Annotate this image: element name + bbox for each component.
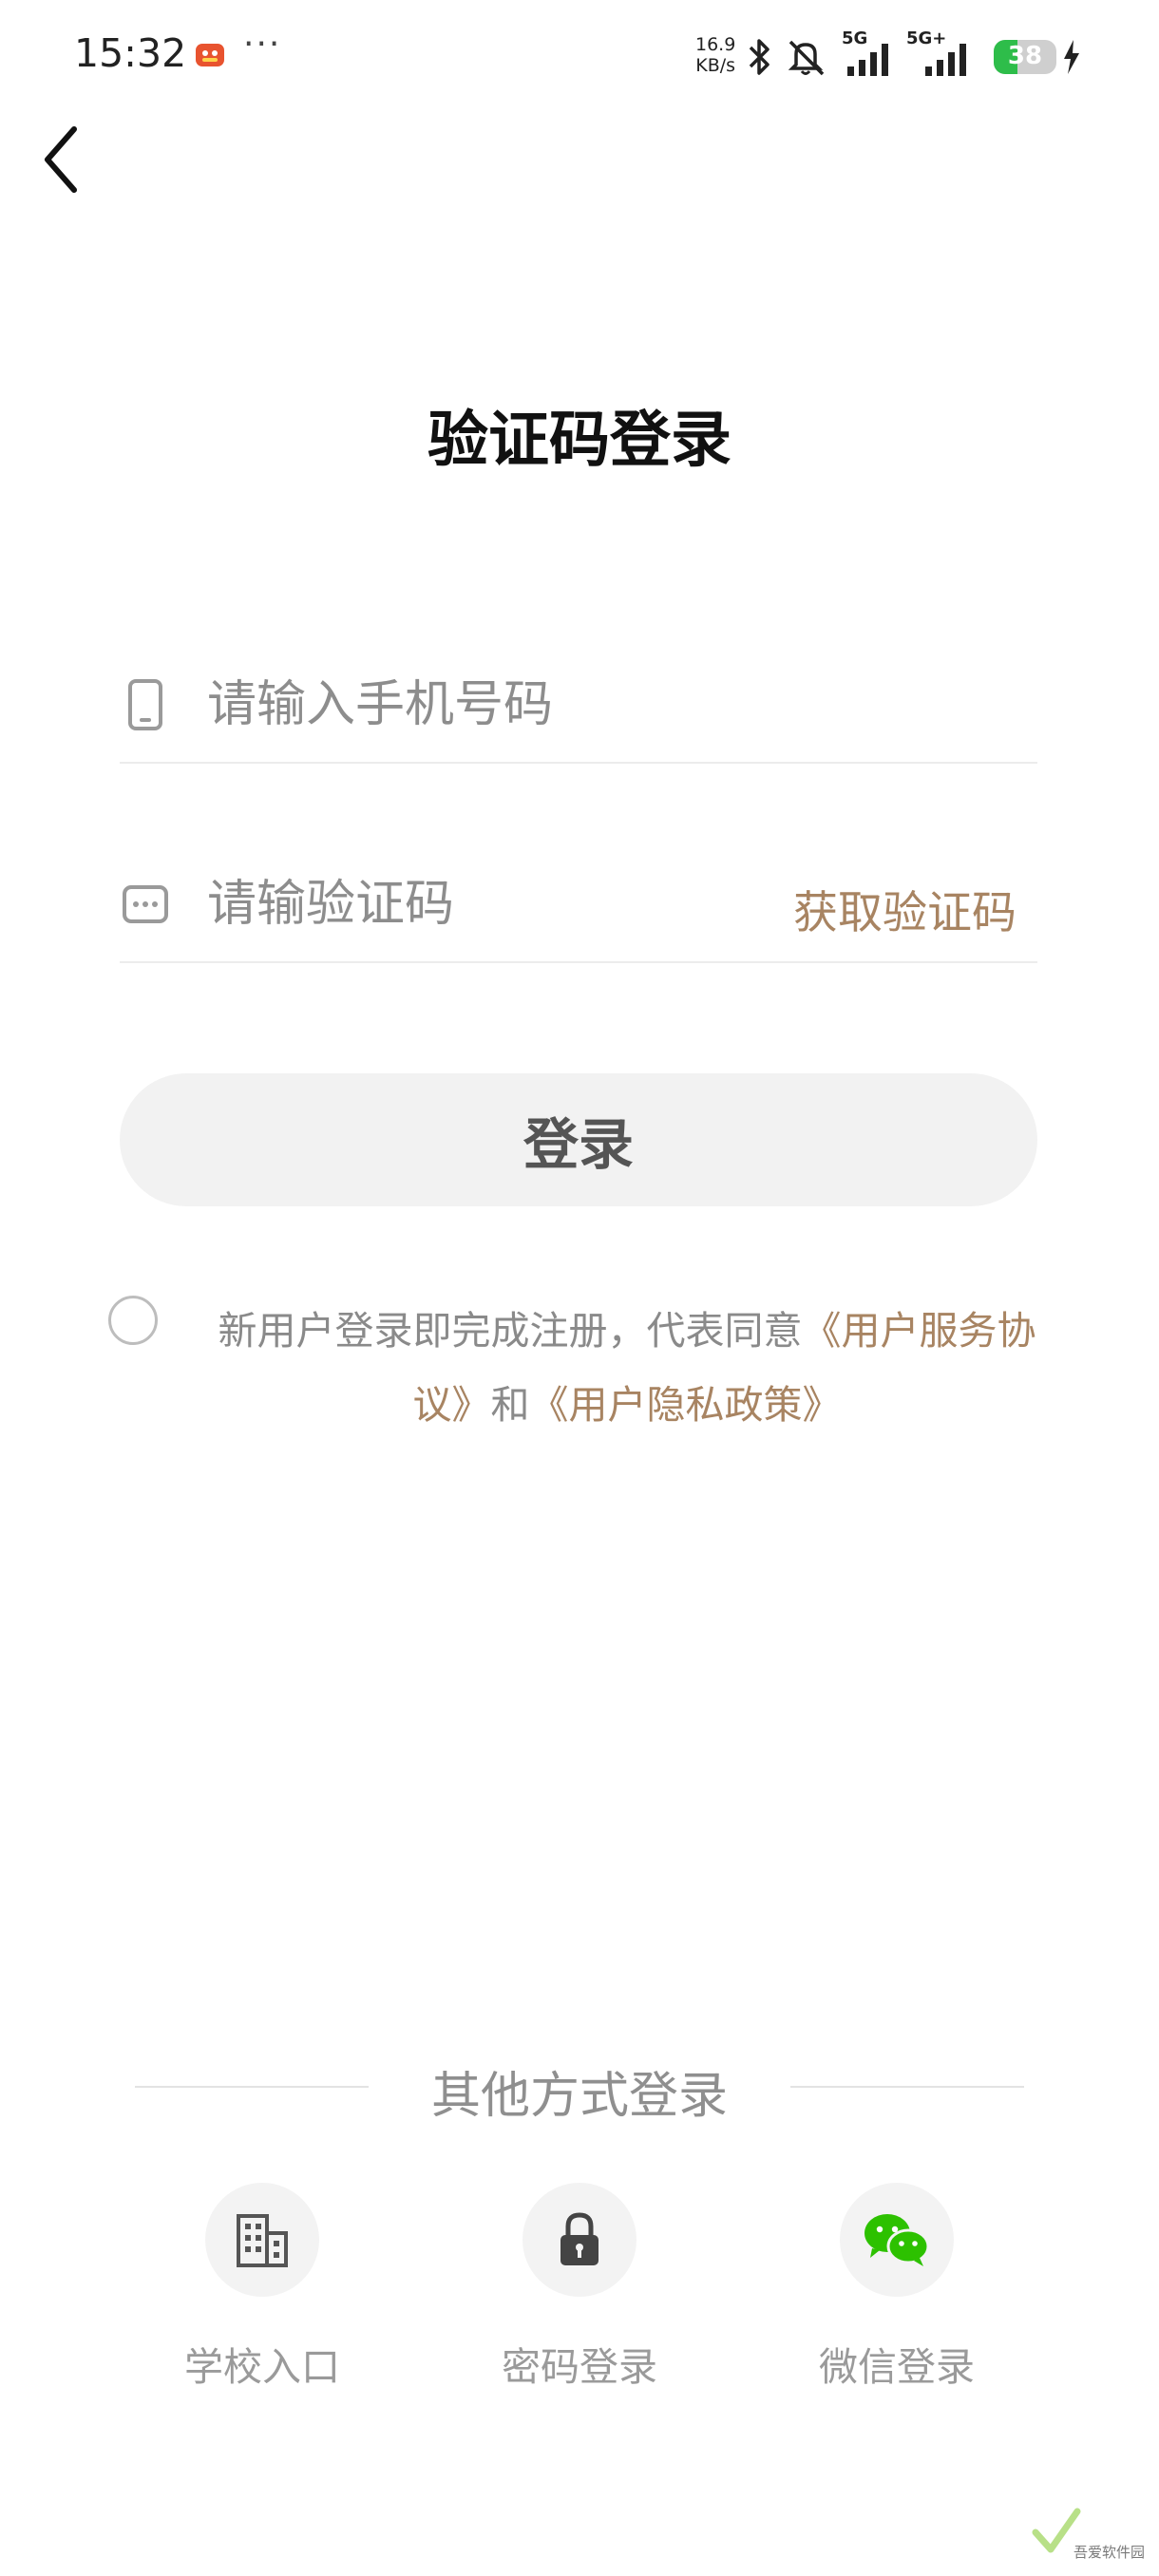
watermark-text: 吾爱软件园 (1074, 2544, 1146, 2561)
school-login-button[interactable] (205, 2183, 319, 2297)
page-title: 验证码登录 (428, 406, 732, 476)
more-notifications-icon: ··· (243, 25, 282, 64)
agreement-text: 新用户登录即完成注册，代表同意《用户服务协议》和《用户隐私政策》 (207, 1294, 1047, 1442)
network-speed: 16.9 KB/s (695, 34, 736, 76)
charging-icon (1064, 40, 1079, 74)
mute-bell-icon (788, 40, 825, 76)
lock-icon (560, 2212, 598, 2265)
signal-sim2-icon (925, 44, 966, 76)
code-field-row: 获取验证码 (120, 847, 1037, 963)
bluetooth-icon (749, 39, 770, 75)
wechat-login-button[interactable] (840, 2183, 954, 2297)
agreement-and: 和 (490, 1382, 530, 1428)
wechat-login-label: 微信登录 (819, 2344, 975, 2390)
privacy-policy-link[interactable]: 《用户隐私政策》 (530, 1382, 842, 1428)
phone-field-row (120, 648, 1037, 764)
status-time: 15:32 (74, 30, 187, 76)
signal-sim1-icon (847, 44, 888, 76)
agree-checkbox[interactable] (108, 1296, 158, 1345)
battery-level: 38 (1007, 42, 1043, 70)
phone-input[interactable] (207, 671, 1024, 739)
battery-indicator: 38 (994, 40, 1056, 74)
agreement-prefix: 新用户登录即完成注册，代表同意 (218, 1308, 803, 1354)
password-login-button[interactable] (522, 2183, 636, 2297)
phone-field-icon-wrap (120, 648, 171, 762)
phone-icon (128, 679, 162, 730)
site-watermark: 吾爱软件园 (1030, 2498, 1153, 2565)
password-login-label: 密码登录 (502, 2344, 657, 2390)
school-login-label: 学校入口 (184, 2344, 340, 2390)
code-field-icon-wrap (120, 847, 171, 961)
back-button[interactable] (32, 122, 89, 198)
other-login-title: 其他方式登录 (430, 2068, 728, 2125)
building-icon (237, 2214, 288, 2267)
code-input[interactable] (207, 870, 739, 938)
verification-code-icon (123, 885, 168, 923)
get-code-button[interactable]: 获取验证码 (793, 876, 1016, 941)
wechat-icon (864, 2214, 930, 2266)
chevron-left-icon (45, 126, 77, 193)
app-notification-icon (196, 44, 224, 66)
login-button[interactable]: 登录 (120, 1073, 1037, 1206)
